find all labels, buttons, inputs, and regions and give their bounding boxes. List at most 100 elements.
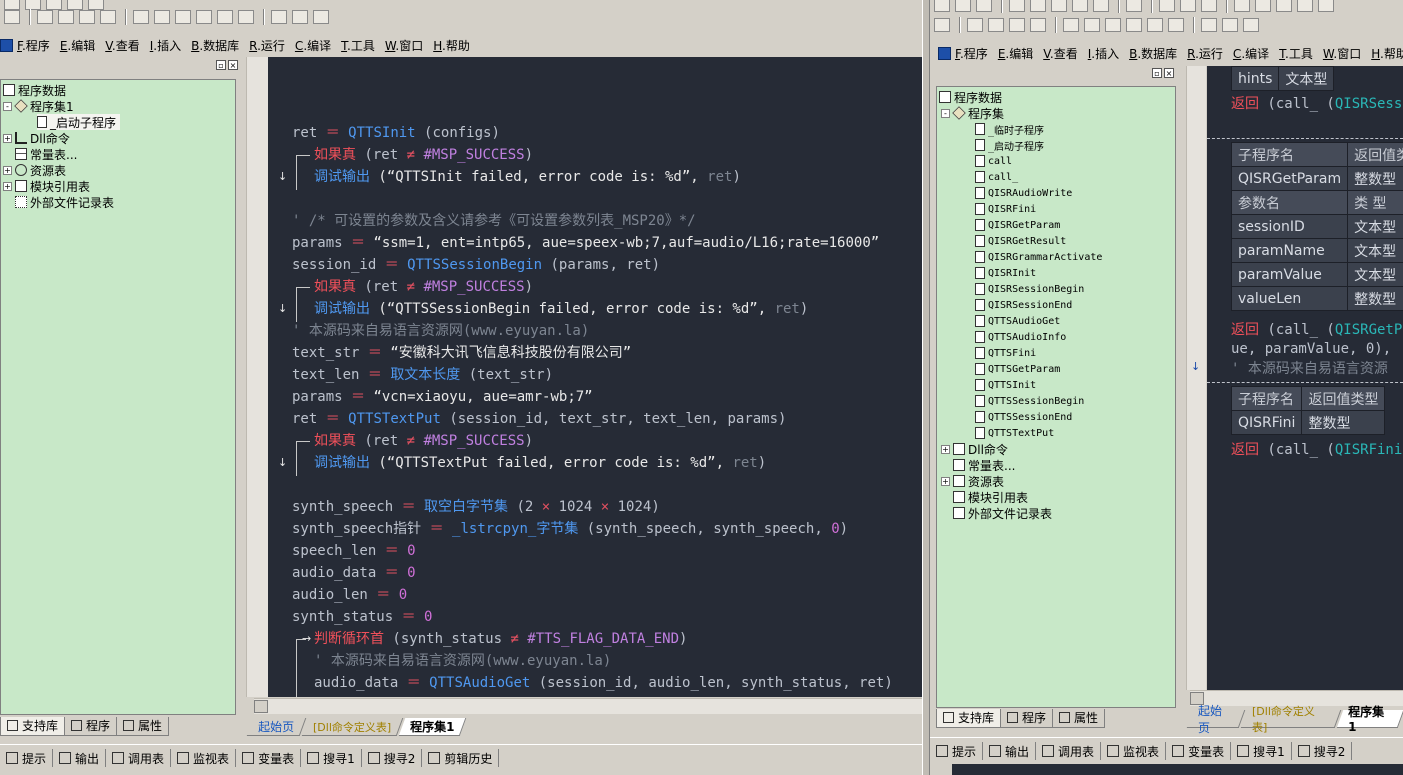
scroll-left-button[interactable] (254, 700, 268, 713)
find-icon[interactable] (1126, 0, 1142, 12)
tree-item-subroutine[interactable]: _临时子程序 (975, 121, 1044, 137)
tree-item-subroutine[interactable]: QISRGetParam (975, 217, 1060, 233)
minimize-icon[interactable]: ▫ (1152, 68, 1162, 78)
tree-root[interactable]: 程序数据 (3, 82, 66, 98)
code-horizontal-scrollbar[interactable] (254, 698, 922, 714)
tree-item-subroutine[interactable]: QISRInit (975, 265, 1036, 281)
close-icon[interactable]: × (228, 60, 238, 70)
tab-assembly-1[interactable]: 程序集1 (1337, 705, 1403, 734)
status-search1-button[interactable]: 搜寻1 (1231, 742, 1292, 760)
tree-item-constants[interactable]: 常量表... (15, 146, 77, 162)
tree-item-subroutine[interactable]: QISRGrammarActivate (975, 249, 1102, 265)
tab-assembly-1[interactable]: 程序集1 (398, 718, 467, 736)
menu-window[interactable]: W.窗口 (1323, 45, 1361, 62)
step-icon[interactable] (1318, 0, 1334, 12)
align-bottom-icon[interactable] (100, 10, 116, 24)
center-horizontal-icon[interactable] (133, 10, 149, 24)
run-icon[interactable] (1234, 0, 1250, 12)
expand-icon[interactable]: + (3, 165, 12, 175)
status-search2-button[interactable]: 搜寻2 (362, 749, 423, 767)
status-watch-button[interactable]: 监视表 (1101, 742, 1167, 760)
status-variables-button[interactable]: 变量表 (1166, 742, 1232, 760)
tree-item-subroutine[interactable]: call_ (975, 169, 1018, 185)
menu-insert[interactable]: I.插入 (150, 37, 181, 54)
open-icon[interactable] (955, 0, 971, 12)
collapse-icon[interactable]: - (3, 101, 12, 111)
tab-dll-definitions[interactable]: [Dll命令定义表] (301, 718, 404, 736)
status-search2-button[interactable]: 搜寻2 (1292, 742, 1353, 760)
resize-both-icon[interactable] (1243, 18, 1259, 32)
align-top-icon[interactable] (79, 10, 95, 24)
menu-edit[interactable]: E.编辑 (60, 37, 95, 54)
menu-window[interactable]: W.窗口 (385, 37, 423, 54)
tree-item-resources[interactable]: + 资源表 (3, 162, 66, 178)
same-width-icon[interactable] (175, 10, 191, 24)
status-watch-button[interactable]: 监视表 (171, 749, 237, 767)
status-output-button[interactable]: 输出 (53, 749, 107, 767)
cut-icon[interactable] (1009, 0, 1025, 12)
same-height-icon[interactable] (196, 10, 212, 24)
tree-item-subroutine[interactable]: QTTSSessionBegin (975, 393, 1084, 409)
align-left-icon[interactable] (37, 10, 53, 24)
paste-icon[interactable] (1051, 0, 1067, 12)
align-top-icon[interactable] (1009, 18, 1025, 32)
tree-item-subroutine[interactable]: QISRAudioWrite (975, 185, 1072, 201)
status-callstack-button[interactable]: 调用表 (1036, 742, 1102, 760)
collapse-icon[interactable]: - (941, 108, 950, 118)
close-icon[interactable]: × (1164, 68, 1174, 78)
align-bottom-icon[interactable] (1030, 18, 1046, 32)
menu-compile[interactable]: C.编译 (1233, 45, 1269, 62)
app-icon[interactable] (938, 46, 951, 60)
minimize-icon[interactable]: ▫ (216, 60, 226, 70)
resize-both-icon[interactable] (313, 10, 329, 24)
status-search1-button[interactable]: 搜寻1 (301, 749, 362, 767)
align-right-icon[interactable] (58, 10, 74, 24)
tree-item-subroutine[interactable]: QISRSessionBegin (975, 281, 1084, 297)
tree-item-subroutine[interactable]: _启动子程序 (975, 137, 1044, 153)
output-panel[interactable] (952, 764, 1403, 775)
tree-item-startup-sub[interactable]: _启动子程序 (37, 114, 121, 130)
same-height-icon[interactable] (1126, 18, 1142, 32)
tree-item-subroutine[interactable]: QTTSTextPut (975, 425, 1054, 441)
spacing-vertical-icon[interactable] (238, 10, 254, 24)
new-icon[interactable] (934, 0, 950, 12)
step-icon[interactable] (1297, 0, 1313, 12)
tree-item-modules[interactable]: + 模块引用表 (3, 178, 90, 194)
tab-start-page[interactable]: 起始页 (246, 718, 307, 736)
tree-item-assembly[interactable]: - 程序集 (941, 105, 1004, 121)
code-vertical-scrollbar[interactable] (246, 57, 268, 697)
tree-item-subroutine[interactable]: QISRFini (975, 201, 1036, 217)
tree-item-dll[interactable]: + Dll命令 (3, 130, 70, 146)
status-tip-button[interactable]: 提示 (0, 749, 54, 767)
tab-start-page[interactable]: 起始页 (1186, 704, 1246, 735)
resize-height-icon[interactable] (1222, 18, 1238, 32)
window-splitter[interactable] (922, 0, 930, 775)
save-icon[interactable] (976, 0, 992, 12)
menu-insert[interactable]: I.插入 (1088, 45, 1119, 62)
status-variables-button[interactable]: 变量表 (236, 749, 302, 767)
tree-root[interactable]: 程序数据 (939, 89, 1002, 105)
app-icon[interactable] (0, 38, 13, 52)
menu-run[interactable]: R.运行 (249, 37, 285, 54)
tab-dll-definitions[interactable]: [Dll命令定义表] (1241, 705, 1342, 734)
resize-width-icon[interactable] (271, 10, 287, 24)
code-vertical-scrollbar[interactable]: ↓ (1186, 66, 1206, 690)
align-left-icon[interactable] (967, 18, 983, 32)
redo-icon[interactable] (1093, 0, 1109, 12)
menu-program[interactable]: F.程序 (955, 45, 988, 62)
tab-properties[interactable]: 属性 (1052, 708, 1106, 728)
tree-item[interactable]: 外部文件记录表 (953, 505, 1052, 521)
tree-item-subroutine[interactable]: QISRSessionEnd (975, 297, 1072, 313)
center-vertical-icon[interactable] (1084, 18, 1100, 32)
menu-help[interactable]: H.帮助 (433, 37, 470, 54)
toolbar-button[interactable] (4, 10, 20, 24)
tab-support-library[interactable]: 支持库 (936, 708, 1002, 728)
spacing-horizontal-icon[interactable] (217, 10, 233, 24)
menu-run[interactable]: R.运行 (1187, 45, 1223, 62)
menu-database[interactable]: B.数据库 (1129, 45, 1177, 62)
toolbar-button[interactable] (934, 18, 950, 32)
tree-item-external-files[interactable]: 外部文件记录表 (15, 194, 114, 210)
layout-icon[interactable] (1201, 0, 1217, 12)
expand-icon[interactable]: + (941, 476, 950, 486)
tree-item-subroutine[interactable]: QTTSInit (975, 377, 1036, 393)
